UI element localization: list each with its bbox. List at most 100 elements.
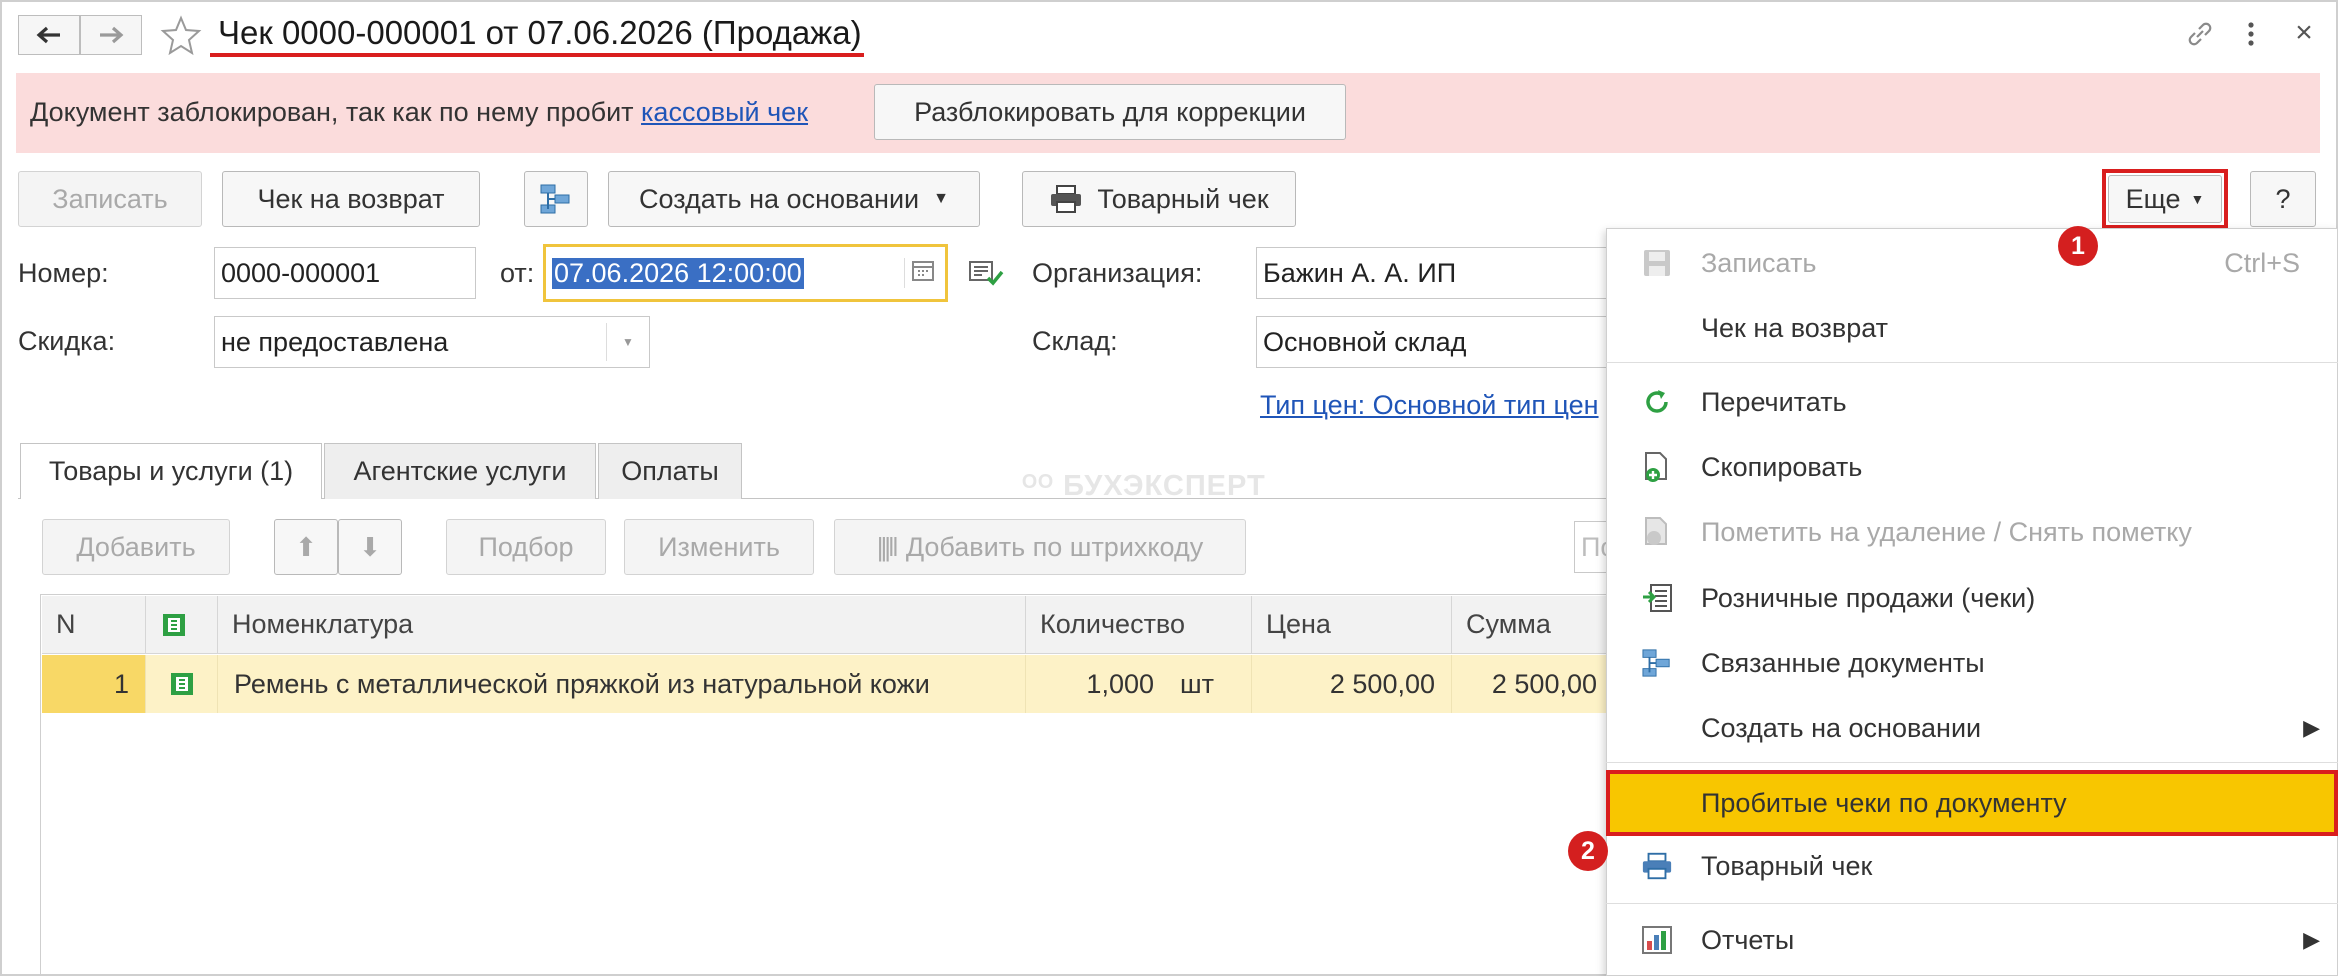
menu-item-printed-checks[interactable]: Пробитые чеки по документу xyxy=(1606,770,2338,836)
row-item: Ремень с металлической пряжкой из натура… xyxy=(218,655,1026,713)
menu-item-retail-sales[interactable]: Розничные продажи (чеки) xyxy=(1606,568,2338,628)
menu-item-mark-delete[interactable]: Пометить на удаление / Снять пометку xyxy=(1606,502,2338,562)
menu-item-return-check[interactable]: Чек на возврат xyxy=(1606,298,2338,358)
more-button[interactable]: Еще ▼ xyxy=(2108,175,2222,223)
menu-item-copy[interactable]: Скопировать xyxy=(1606,437,2338,497)
date-label: от: xyxy=(500,258,535,288)
menu-item-sales-receipt[interactable]: Товарный чек xyxy=(1606,836,2338,896)
organization-field[interactable]: Бажин А. А. ИП xyxy=(1256,247,1608,299)
back-button[interactable] xyxy=(18,15,80,55)
sales-receipt-button[interactable]: Товарный чек xyxy=(1022,171,1296,227)
save-button[interactable]: Записать xyxy=(18,171,202,227)
column-header-nomenclature[interactable]: Номенклатура xyxy=(218,596,1026,654)
link-icon[interactable] xyxy=(2182,16,2218,52)
return-check-button[interactable]: Чек на возврат xyxy=(222,171,480,227)
tab-goods-services[interactable]: Товары и услуги (1) xyxy=(20,443,322,499)
menu-separator xyxy=(1606,903,2338,904)
unlock-button[interactable]: Разблокировать для коррекции xyxy=(874,84,1346,140)
calendar-icon[interactable] xyxy=(904,258,934,288)
column-header-icon[interactable] xyxy=(146,596,218,654)
cash-receipt-link[interactable]: кассовый чек xyxy=(641,97,808,127)
help-button[interactable]: ? xyxy=(2250,171,2316,227)
discount-field[interactable]: не предоставлена ▼ xyxy=(214,316,650,368)
row-price: 2 500,00 xyxy=(1252,655,1452,713)
discount-label: Скидка: xyxy=(18,326,116,356)
watermark-logo-icon: ᴼᴼ xyxy=(1022,470,1064,502)
barcode-icon: |||‖ xyxy=(876,531,899,562)
tab-payments[interactable]: Оплаты xyxy=(598,443,742,499)
printer-icon xyxy=(1051,185,1082,213)
refresh-icon xyxy=(1640,385,1674,419)
menu-item-reports-label: Отчеты xyxy=(1701,924,1795,955)
submenu-arrow-icon: ▶ xyxy=(2303,715,2320,740)
warehouse-field[interactable]: Основной склад xyxy=(1256,316,1608,368)
more-label: Еще xyxy=(2125,183,2181,214)
dropdown-arrow-icon[interactable]: ▼ xyxy=(606,323,649,361)
window-title: Чек 0000-000001 от 07.06.2026 (Продажа) xyxy=(218,14,862,51)
chevron-down-icon: ▼ xyxy=(2190,191,2205,207)
column-header-quantity[interactable]: Количество xyxy=(1026,596,1252,654)
arrow-up-icon: ⬆ xyxy=(295,531,317,562)
step-marker-1: 1 xyxy=(2058,226,2098,266)
number-label: Номер: xyxy=(18,258,109,288)
move-down-button[interactable]: ⬇ xyxy=(338,519,402,575)
submenu-arrow-icon: ▶ xyxy=(2303,927,2320,952)
retail-sales-icon xyxy=(1640,581,1674,615)
column-header-sum[interactable]: Сумма xyxy=(1452,596,1610,654)
menu-separator xyxy=(1606,362,2338,363)
menu-item-printed-checks-label: Пробитые чеки по документу xyxy=(1701,787,2067,818)
menu-item-save[interactable]: Записать Ctrl+S xyxy=(1606,233,2338,293)
watermark-text: БУХЭКСПЕРТ xyxy=(1063,470,1266,502)
arrow-left-icon xyxy=(36,26,60,44)
banner-message: Документ заблокирован, так как по нему п… xyxy=(30,97,808,128)
forward-button[interactable] xyxy=(80,15,142,55)
select-button[interactable]: Подбор xyxy=(446,519,606,575)
row-unit: шт xyxy=(1170,655,1252,713)
menu-item-create-based-label: Создать на основании xyxy=(1701,712,1982,743)
product-icon xyxy=(163,613,185,636)
row-icon xyxy=(146,655,218,713)
date-value: 07.06.2026 12:00:00 xyxy=(552,257,804,289)
arrow-down-icon: ⬇ xyxy=(359,531,381,562)
menu-item-mark-delete-label: Пометить на удаление / Снять пометку xyxy=(1701,516,2192,547)
favorite-star-icon[interactable] xyxy=(160,14,202,56)
menu-item-reread[interactable]: Перечитать xyxy=(1606,372,2338,432)
document-check-icon[interactable] xyxy=(968,258,1004,290)
delete-mark-icon xyxy=(1640,515,1674,549)
chevron-down-icon: ▼ xyxy=(933,190,949,207)
menu-item-retail-sales-label: Розничные продажи (чеки) xyxy=(1701,582,2036,613)
hierarchy-icon xyxy=(540,184,570,214)
menu-item-copy-label: Скопировать xyxy=(1701,451,1863,482)
warehouse-label: Склад: xyxy=(1032,326,1118,356)
create-based-label: Создать на основании xyxy=(639,183,920,214)
add-by-barcode-button[interactable]: |||‖ Добавить по штрихкоду xyxy=(834,519,1246,575)
product-icon xyxy=(170,673,193,695)
menu-item-reports[interactable]: Отчеты ▶ xyxy=(1606,910,2338,970)
column-header-n[interactable]: N xyxy=(42,596,146,654)
menu-item-reread-label: Перечитать xyxy=(1701,386,1847,417)
move-up-button[interactable]: ⬆ xyxy=(274,519,338,575)
create-based-button[interactable]: Создать на основании ▼ xyxy=(608,171,980,227)
edit-button[interactable]: Изменить xyxy=(624,519,814,575)
save-disk-icon xyxy=(1640,246,1674,280)
number-field[interactable]: 0000-000001 xyxy=(214,247,476,299)
menu-item-related-documents-label: Связанные документы xyxy=(1701,647,1985,678)
step-marker-2: 2 xyxy=(1568,831,1608,871)
reports-icon xyxy=(1640,923,1674,957)
date-field[interactable]: 07.06.2026 12:00:00 xyxy=(543,244,948,302)
watermark: ᴼᴼ БУХЭКСПЕРТ xyxy=(1022,470,1266,503)
menu-item-related-documents[interactable]: Связанные документы xyxy=(1606,633,2338,693)
close-icon[interactable]: × xyxy=(2286,14,2322,52)
column-header-price[interactable]: Цена xyxy=(1252,596,1452,654)
row-sum: 2 500,00 xyxy=(1452,655,1610,713)
add-row-button[interactable]: Добавить xyxy=(42,519,230,575)
structure-button[interactable] xyxy=(524,171,588,227)
row-number: 1 xyxy=(42,655,146,713)
price-type-link[interactable]: Тип цен: Основной тип цен xyxy=(1260,390,1599,421)
vertical-dots-icon[interactable] xyxy=(2236,16,2266,52)
menu-separator xyxy=(1606,762,2338,763)
menu-item-create-based[interactable]: Создать на основании ▶ xyxy=(1606,698,2338,758)
row-quantity: 1,000 xyxy=(1026,655,1170,713)
tab-agent-services[interactable]: Агентские услуги xyxy=(324,443,596,499)
title-annotation-underline xyxy=(210,53,864,57)
